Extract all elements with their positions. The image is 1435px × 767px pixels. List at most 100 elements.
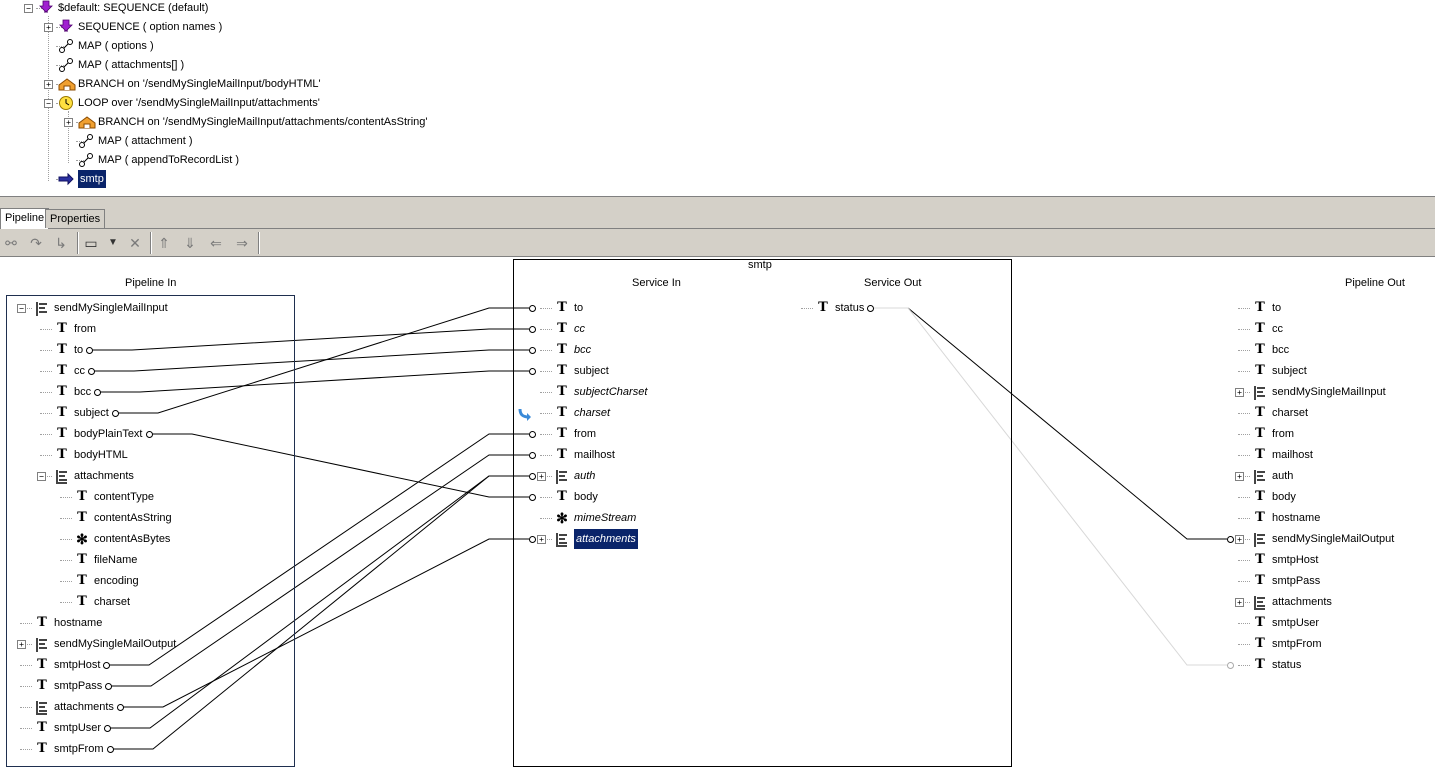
pipeline-out-node-smtpfrom[interactable]: TsmtpFrom	[0, 634, 1322, 654]
pipeline-out-node-smtphost[interactable]: TsmtpHost	[0, 550, 1318, 570]
pipeline-out-node-hostname[interactable]: Thostname	[0, 508, 1320, 528]
pipeline-out-node-mailhost[interactable]: Tmailhost	[0, 445, 1313, 465]
set-value-icon[interactable]	[518, 407, 531, 421]
link-port[interactable]	[529, 347, 536, 354]
map-icon	[78, 152, 94, 168]
link-port[interactable]	[1227, 662, 1234, 669]
tree-guide	[1238, 413, 1250, 414]
link-port[interactable]	[529, 431, 536, 438]
node-label: smtpFrom	[54, 743, 104, 755]
expand-icon[interactable]: +	[17, 640, 26, 649]
tab-properties[interactable]: Properties	[45, 209, 106, 228]
link-port[interactable]	[529, 494, 536, 501]
pipeline-out-node-cc[interactable]: Tcc	[0, 319, 1283, 339]
flow-step-map-appendtorecordlist[interactable]: MAP ( appendToRecordList )	[0, 151, 700, 169]
flow-step-map-options[interactable]: MAP ( options )	[0, 37, 700, 55]
expand-icon[interactable]: +	[1235, 388, 1244, 397]
pipeline-out-node-sendmysinglemailoutput[interactable]: + sendMySingleMailOutput	[0, 529, 1394, 549]
string-icon: T	[557, 342, 567, 357]
dropdown-icon[interactable]: ▼	[103, 233, 123, 253]
link-port[interactable]	[107, 746, 114, 753]
link-port[interactable]	[88, 368, 95, 375]
tree-guide	[20, 623, 32, 624]
redo-icon[interactable]: ↷	[26, 233, 46, 253]
link-port[interactable]	[94, 389, 101, 396]
shift-up-icon[interactable]: ⇑	[154, 233, 174, 253]
flow-step-loop-over-sendmysinglemailinput-attachme[interactable]: − LOOP over '/sendMySingleMailInput/attac…	[0, 94, 700, 112]
flow-step-branch-on-sendmysinglemailinput-bodyhtml[interactable]: + BRANCH on '/sendMySingleMailInput/bodyH…	[0, 75, 700, 93]
flow-step-smtp[interactable]: smtp	[0, 170, 700, 188]
expand-icon[interactable]: +	[44, 80, 53, 89]
link-port[interactable]	[86, 347, 93, 354]
flow-step-sequence-option-names[interactable]: + SEQUENCE ( option names )	[0, 18, 700, 36]
collapse-icon[interactable]: −	[24, 4, 33, 13]
string-icon: T	[57, 426, 67, 441]
link-port[interactable]	[529, 368, 536, 375]
link-port[interactable]	[529, 326, 536, 333]
pipeline-out-node-status[interactable]: Tstatus	[0, 655, 1301, 675]
pipeline-out-node-body[interactable]: Tbody	[0, 487, 1296, 507]
tree-guide	[801, 308, 813, 309]
pipeline-out-node-from[interactable]: Tfrom	[0, 424, 1294, 444]
link-port[interactable]	[146, 431, 153, 438]
pipeline-out-node-bcc[interactable]: Tbcc	[0, 340, 1289, 360]
node-label: bodyPlainText	[74, 428, 143, 440]
link-port[interactable]	[117, 704, 124, 711]
expand-icon[interactable]: +	[64, 118, 73, 127]
shift-left-icon[interactable]: ⇐	[206, 233, 226, 253]
tree-guide	[40, 413, 52, 414]
link-port[interactable]	[529, 305, 536, 312]
flow-step-map-attachment[interactable]: MAP ( attachment )	[0, 132, 700, 150]
pipeline-in-node-smtpuser[interactable]: TsmtpUser	[0, 718, 101, 738]
shift-right-icon[interactable]: ⇒	[232, 233, 252, 253]
pipeline-out-node-to[interactable]: Tto	[0, 298, 1281, 318]
flow-tree[interactable]: − $default: SEQUENCE (default) + SEQUENCE (…	[0, 0, 1435, 196]
string-icon: T	[557, 489, 567, 504]
expand-icon[interactable]: +	[537, 535, 546, 544]
object-icon: ✻	[556, 510, 568, 526]
link-port[interactable]	[529, 473, 536, 480]
expand-icon[interactable]: +	[1235, 535, 1244, 544]
expand-icon[interactable]: +	[44, 23, 53, 32]
pipeline-out-node-auth[interactable]: + auth	[0, 466, 1293, 486]
string-icon: T	[1255, 636, 1265, 651]
pipeline-out-node-charset[interactable]: Tcharset	[0, 403, 1308, 423]
node-label: smtpUser	[54, 722, 102, 734]
link-port[interactable]	[103, 662, 110, 669]
pipeline-out-node-smtpuser[interactable]: TsmtpUser	[0, 613, 1319, 633]
pipeline-out-node-sendmysinglemailinput[interactable]: + sendMySingleMailInput	[0, 382, 1386, 402]
flow-step-default-sequence-default[interactable]: − $default: SEQUENCE (default)	[0, 0, 700, 17]
flow-step-branch-on-sendmysinglemailinput-attachme[interactable]: + BRANCH on '/sendMySingleMailInput/attac…	[0, 113, 700, 131]
expand-icon[interactable]: +	[1235, 598, 1244, 607]
link-port[interactable]	[104, 725, 111, 732]
tree-guide	[20, 686, 32, 687]
pipeline-in-node-smtpfrom[interactable]: TsmtpFrom	[0, 739, 104, 759]
tree-guide	[40, 434, 52, 435]
pipeline-in-node-smtppass[interactable]: TsmtpPass	[0, 676, 102, 696]
collapse-icon[interactable]: −	[17, 304, 26, 313]
tab-pipeline[interactable]: Pipeline	[0, 208, 50, 229]
link-port[interactable]	[867, 305, 874, 312]
pipeline-out-node-subject[interactable]: Tsubject	[0, 361, 1307, 381]
move-icon[interactable]: ↳	[51, 233, 71, 253]
expand-icon[interactable]: +	[1235, 472, 1244, 481]
string-icon: T	[77, 489, 87, 504]
expand-icon[interactable]: +	[537, 472, 546, 481]
shift-down-icon[interactable]: ⇓	[180, 233, 200, 253]
pipeline-out-node-smtppass[interactable]: TsmtpPass	[0, 571, 1320, 591]
collapse-icon[interactable]: −	[37, 472, 46, 481]
delete-icon[interactable]: ✕	[125, 233, 145, 253]
link-icon[interactable]: ⚯	[1, 233, 21, 253]
link-port[interactable]	[105, 683, 112, 690]
link-port[interactable]	[1227, 536, 1234, 543]
node-label: to	[1272, 302, 1282, 314]
collapse-icon[interactable]: −	[44, 99, 53, 108]
link-port[interactable]	[529, 536, 536, 543]
pipeline-out-node-attachments[interactable]: + attachments	[0, 592, 1332, 612]
link-port[interactable]	[112, 410, 119, 417]
new-icon[interactable]: ▭	[81, 233, 101, 253]
flow-step-map-attachments[interactable]: MAP ( attachments[] )	[0, 56, 700, 74]
link-port[interactable]	[529, 452, 536, 459]
document-list-icon	[556, 533, 568, 547]
pipeline-in-node-attachments[interactable]: attachments	[0, 697, 114, 717]
